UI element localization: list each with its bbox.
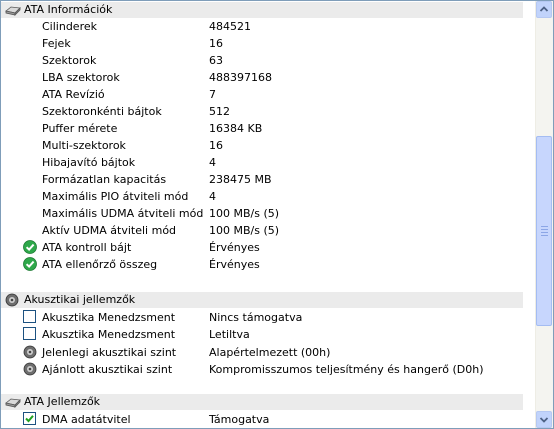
- checkbox-icon[interactable]: [23, 327, 37, 341]
- property-row[interactable]: LBA szektorok 488397168: [1, 69, 523, 86]
- property-value: Nincs támogatva: [209, 311, 303, 324]
- property-value: Letiltva: [209, 328, 250, 342]
- properties-list-window: ATA Információk Cilinderek 484521 Fejek 16 S…: [0, 0, 554, 429]
- chevron-up-icon: [539, 6, 549, 12]
- property-label: Maximális UDMA átviteli mód: [42, 207, 204, 220]
- property-label: Formázatlan kapacitás: [42, 173, 167, 186]
- property-row[interactable]: Aktív UDMA átviteli mód 100 MB/s (5): [1, 222, 523, 239]
- property-value: Érvényes: [209, 241, 260, 254]
- property-label: Akusztika Menedzsment: [42, 328, 176, 342]
- group-title: ATA Információk: [24, 3, 113, 16]
- property-row[interactable]: ATA Revízió 7: [1, 86, 523, 103]
- property-row[interactable]: Maximális PIO átviteli mód 4: [1, 188, 523, 205]
- checkbox-icon[interactable]: [23, 310, 37, 324]
- property-value: 238475 MB: [209, 173, 272, 186]
- property-row[interactable]: Fejek 16: [1, 35, 523, 52]
- property-value: 16: [209, 139, 223, 152]
- property-value: 16384 KB: [209, 122, 263, 135]
- property-row[interactable]: Maximális UDMA átviteli mód 100 MB/s (5): [1, 205, 523, 222]
- property-label: Ajánlott akusztikai szint: [42, 362, 173, 376]
- chevron-down-icon: [539, 417, 549, 423]
- property-row[interactable]: Formázatlan kapacitás 238475 MB: [1, 171, 523, 188]
- checkbox-icon[interactable]: [23, 412, 37, 426]
- property-label: Szektorok: [42, 54, 97, 67]
- scrollbar-thumb[interactable]: [536, 136, 552, 326]
- thumb-grip: [541, 235, 548, 236]
- properties-list: ATA Információk Cilinderek 484521 Fejek 16 S…: [1, 1, 536, 428]
- property-label: Puffer mérete: [42, 122, 118, 135]
- property-value: Alapértelmezett (00h): [209, 345, 331, 359]
- check-icon: [23, 240, 37, 254]
- property-value: 484521: [209, 20, 251, 33]
- scroll-up-button[interactable]: [536, 1, 552, 18]
- property-row[interactable]: Multi-szektorok 16: [1, 137, 523, 154]
- group-header-ata-features: ATA Jellemzők: [1, 394, 523, 410]
- property-value: 488397168: [209, 71, 272, 84]
- property-value: Kompromisszumos teljesítmény és hangerő …: [209, 362, 484, 376]
- property-value: 4: [209, 190, 216, 203]
- property-value: 100 MB/s (5): [209, 207, 280, 220]
- property-row[interactable]: ATA kontroll bájt Érvényes: [1, 239, 523, 256]
- property-row[interactable]: DMA adatátvitel Támogatva: [1, 411, 523, 428]
- property-row[interactable]: Jelenlegi akusztikai szint Alapértelmezet…: [1, 344, 523, 361]
- drive-icon: [5, 398, 21, 408]
- property-value: 7: [209, 88, 216, 101]
- property-label: Jelenlegi akusztikai szint: [42, 345, 177, 359]
- vertical-scrollbar[interactable]: [535, 1, 553, 428]
- group-header-acoustic: Akusztikai jellemzők: [1, 292, 523, 308]
- property-value: Érvényes: [209, 258, 260, 271]
- property-label: ATA Revízió: [42, 88, 105, 101]
- property-row[interactable]: Puffer mérete 16384 KB: [1, 120, 523, 137]
- thumb-grip: [541, 229, 548, 230]
- property-value: Támogatva: [209, 413, 270, 426]
- property-row[interactable]: Ajánlott akusztikai szint Kompromisszumos…: [1, 361, 523, 378]
- property-label: Aktív UDMA átviteli mód: [42, 224, 177, 237]
- property-label: Hibajavító bájtok: [42, 156, 136, 169]
- property-value: 16: [209, 37, 223, 50]
- property-label: Multi-szektorok: [42, 139, 126, 152]
- speaker-icon: [23, 362, 37, 376]
- property-label: Fejek: [42, 37, 71, 50]
- property-label: ATA kontroll bájt: [42, 241, 132, 254]
- property-label: Maximális PIO átviteli mód: [42, 190, 189, 203]
- thumb-grip: [541, 232, 548, 233]
- property-row[interactable]: Szektorok 63: [1, 52, 523, 69]
- property-label: DMA adatátvitel: [42, 413, 131, 426]
- property-label: Akusztika Menedzsment: [42, 311, 176, 324]
- property-label: Szektoronkénti bájtok: [42, 105, 162, 118]
- property-row[interactable]: Akusztika Menedzsment Letiltva: [1, 326, 523, 343]
- group-title: ATA Jellemzők: [24, 395, 101, 408]
- speaker-icon: [5, 293, 19, 307]
- property-value: 4: [209, 156, 216, 169]
- speaker-icon: [23, 345, 37, 358]
- property-label: Cilinderek: [42, 20, 97, 33]
- drive-icon: [5, 6, 21, 16]
- property-row[interactable]: Hibajavító bájtok 4: [1, 154, 523, 171]
- group-title: Akusztikai jellemzők: [24, 293, 136, 306]
- property-value: 63: [209, 54, 223, 67]
- scroll-down-button[interactable]: [536, 411, 552, 428]
- property-row[interactable]: Akusztika Menedzsment Nincs támogatva: [1, 309, 523, 326]
- thumb-grip: [541, 226, 548, 227]
- property-label: LBA szektorok: [42, 71, 120, 84]
- check-icon: [23, 257, 37, 271]
- property-row[interactable]: Szektoronkénti bájtok 512: [1, 103, 523, 120]
- property-label: ATA ellenőrző összeg: [42, 258, 158, 271]
- property-value: 512: [209, 105, 230, 118]
- property-row[interactable]: ATA ellenőrző összeg Érvényes: [1, 256, 523, 273]
- group-header-ata-info: ATA Információk: [1, 2, 523, 18]
- property-row[interactable]: Cilinderek 484521: [1, 18, 523, 35]
- property-value: 100 MB/s (5): [209, 224, 280, 237]
